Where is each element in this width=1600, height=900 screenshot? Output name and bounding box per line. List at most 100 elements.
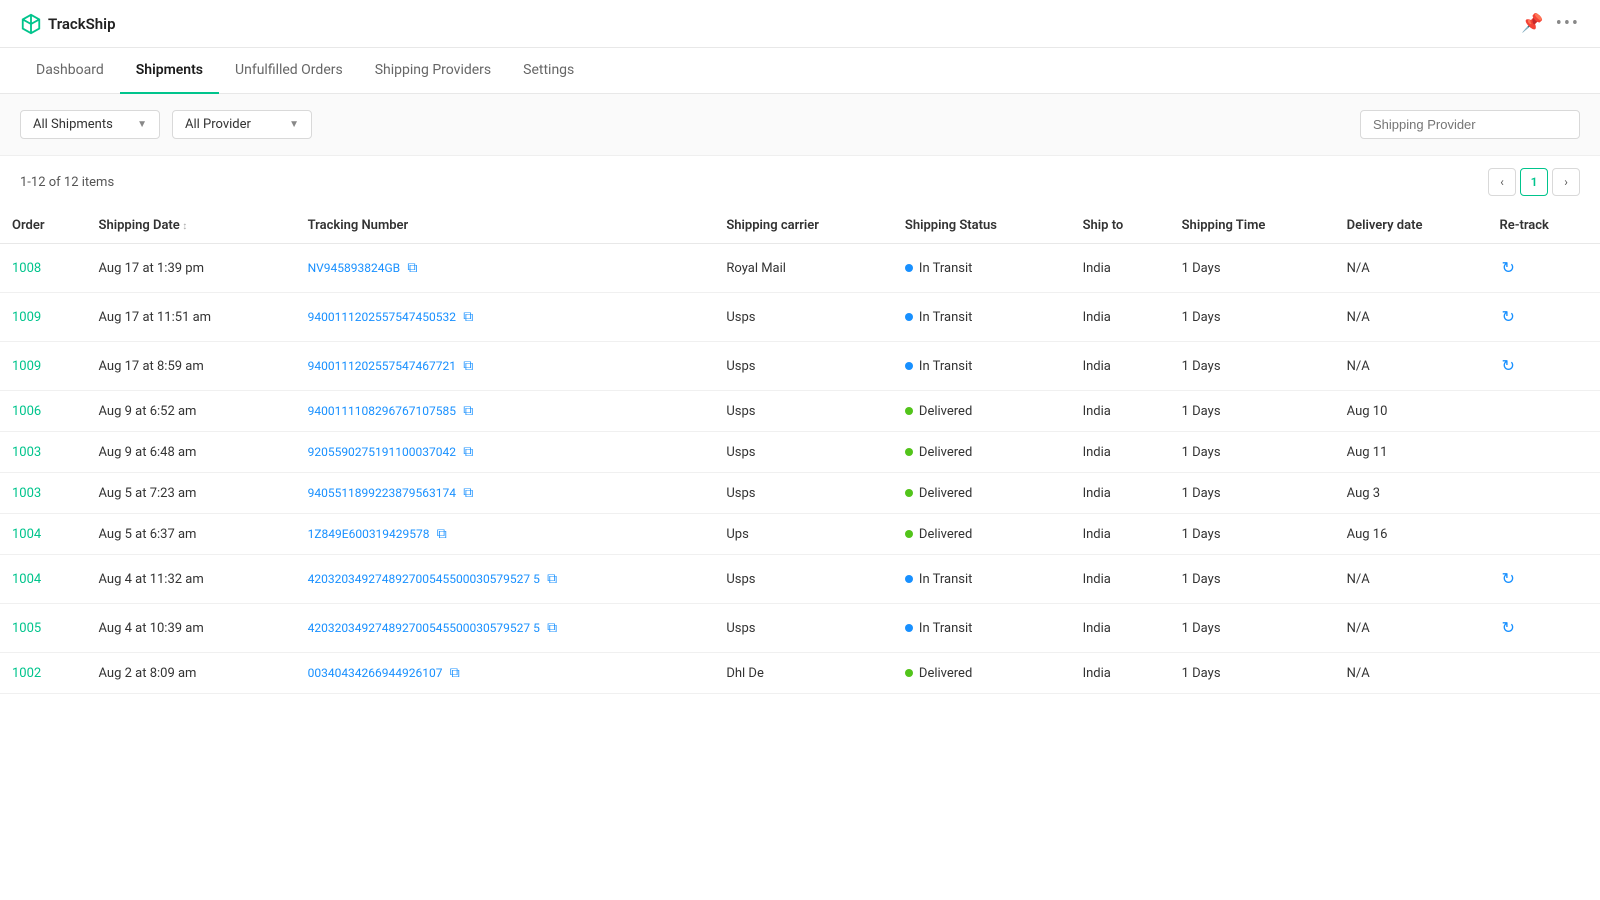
cell-shipping-carrier: Usps [714,342,893,391]
cell-shipping-carrier: Usps [714,391,893,432]
order-link[interactable]: 1009 [12,310,41,325]
cell-delivery-date: N/A [1335,555,1488,604]
col-delivery-date: Delivery date [1335,208,1488,244]
status-label: In Transit [919,310,973,325]
retrack-button[interactable]: ↻ [1499,305,1516,329]
cell-shipping-time: 1 Days [1170,391,1335,432]
tracking-link[interactable]: 9405511899223879563174 [308,486,456,500]
tracking-link[interactable]: 00340434266944926107 [308,666,443,680]
order-link[interactable]: 1002 [12,666,41,681]
cell-order: 1003 [0,473,87,514]
page-1-button[interactable]: 1 [1520,168,1548,196]
cell-retrack [1487,391,1600,432]
cell-ship-to: India [1071,473,1170,514]
retrack-button[interactable]: ↻ [1499,354,1516,378]
tab-dashboard[interactable]: Dashboard [20,48,120,94]
copy-tracking-icon[interactable]: ⧉ [450,665,460,681]
copy-tracking-icon[interactable]: ⧉ [463,485,473,501]
tab-shipping-providers[interactable]: Shipping Providers [359,48,507,94]
cell-ship-to: India [1071,432,1170,473]
app-header: TrackShip 📌 ••• [0,0,1600,48]
status-label: In Transit [919,572,973,587]
cell-delivery-date: Aug 10 [1335,391,1488,432]
cell-delivery-date: Aug 11 [1335,432,1488,473]
order-link[interactable]: 1009 [12,359,41,374]
copy-tracking-icon[interactable]: ⧉ [437,526,447,542]
more-options-icon[interactable]: ••• [1556,13,1580,34]
cell-shipping-carrier: Usps [714,473,893,514]
cell-order: 1009 [0,293,87,342]
copy-tracking-icon[interactable]: ⧉ [547,571,557,587]
app-name: TrackShip [48,15,116,33]
cell-delivery-date: N/A [1335,244,1488,293]
copy-tracking-icon[interactable]: ⧉ [407,260,417,276]
order-link[interactable]: 1008 [12,261,41,276]
status-dot [905,624,913,632]
cell-order: 1008 [0,244,87,293]
tab-settings[interactable]: Settings [507,48,590,94]
status-label: In Transit [919,621,973,636]
retrack-button[interactable]: ↻ [1499,567,1516,591]
table-row: 1004 Aug 5 at 6:37 am 1Z849E600319429578… [0,514,1600,555]
table-header-row: Order Shipping Date Tracking Number Ship… [0,208,1600,244]
tab-shipments[interactable]: Shipments [120,48,219,94]
tracking-link[interactable]: 420320349274892700545500030579527 5 [308,572,540,586]
copy-tracking-icon[interactable]: ⧉ [463,358,473,374]
retrack-button[interactable]: ↻ [1499,256,1516,280]
pin-icon[interactable]: 📌 [1521,13,1543,34]
order-link[interactable]: 1004 [12,527,41,542]
tracking-link[interactable]: 9205590275191100037042 [308,445,456,459]
copy-tracking-icon[interactable]: ⧉ [547,620,557,636]
table-row: 1008 Aug 17 at 1:39 pm NV945893824GB ⧉ R… [0,244,1600,293]
cell-ship-to: India [1071,514,1170,555]
tracking-link[interactable]: 420320349274892700545500030579527 5 [308,621,540,635]
retrack-button[interactable]: ↻ [1499,616,1516,640]
cell-shipping-time: 1 Days [1170,514,1335,555]
order-link[interactable]: 1003 [12,445,41,460]
cell-shipping-time: 1 Days [1170,244,1335,293]
col-shipping-date[interactable]: Shipping Date [87,208,296,244]
cell-shipping-time: 1 Days [1170,293,1335,342]
header-actions: 📌 ••• [1521,13,1580,34]
tracking-link[interactable]: 9400111202557547467721 [308,359,456,373]
tracking-link[interactable]: NV945893824GB [308,261,401,275]
cell-order: 1009 [0,342,87,391]
tracking-link[interactable]: 9400111202557547450532 [308,310,456,324]
cell-delivery-date: N/A [1335,293,1488,342]
order-link[interactable]: 1005 [12,621,41,636]
copy-tracking-icon[interactable]: ⧉ [463,309,473,325]
status-dot [905,264,913,272]
cell-retrack: ↻ [1487,342,1600,391]
status-label: In Transit [919,359,973,374]
shipment-filter-chevron: ▼ [137,119,147,130]
cell-tracking-number: 9400111202557547450532 ⧉ [296,293,715,342]
tab-unfulfilled-orders[interactable]: Unfulfilled Orders [219,48,359,94]
table-row: 1006 Aug 9 at 6:52 am 940011110829676710… [0,391,1600,432]
search-input[interactable] [1360,110,1580,139]
cell-shipping-carrier: Royal Mail [714,244,893,293]
cell-shipping-time: 1 Days [1170,473,1335,514]
order-link[interactable]: 1006 [12,404,41,419]
copy-tracking-icon[interactable]: ⧉ [463,403,473,419]
provider-filter[interactable]: All Provider ▼ [172,110,312,139]
cell-delivery-date: Aug 3 [1335,473,1488,514]
col-retrack: Re-track [1487,208,1600,244]
cell-tracking-number: 1Z849E600319429578 ⧉ [296,514,715,555]
prev-page-button[interactable]: ‹ [1488,168,1516,196]
table-row: 1009 Aug 17 at 8:59 am 94001112025575474… [0,342,1600,391]
table-row: 1009 Aug 17 at 11:51 am 9400111202557547… [0,293,1600,342]
cell-order: 1002 [0,653,87,694]
provider-filter-chevron: ▼ [289,119,299,130]
cell-retrack [1487,473,1600,514]
status-dot [905,362,913,370]
cell-tracking-number: 9400111202557547467721 ⧉ [296,342,715,391]
next-page-button[interactable]: › [1552,168,1580,196]
order-link[interactable]: 1003 [12,486,41,501]
copy-tracking-icon[interactable]: ⧉ [463,444,473,460]
order-link[interactable]: 1004 [12,572,41,587]
tracking-link[interactable]: 1Z849E600319429578 [308,527,430,541]
status-dot [905,407,913,415]
tracking-link[interactable]: 9400111108296767107585 [308,404,456,418]
cell-shipping-carrier: Ups [714,514,893,555]
shipment-filter[interactable]: All Shipments ▼ [20,110,160,139]
